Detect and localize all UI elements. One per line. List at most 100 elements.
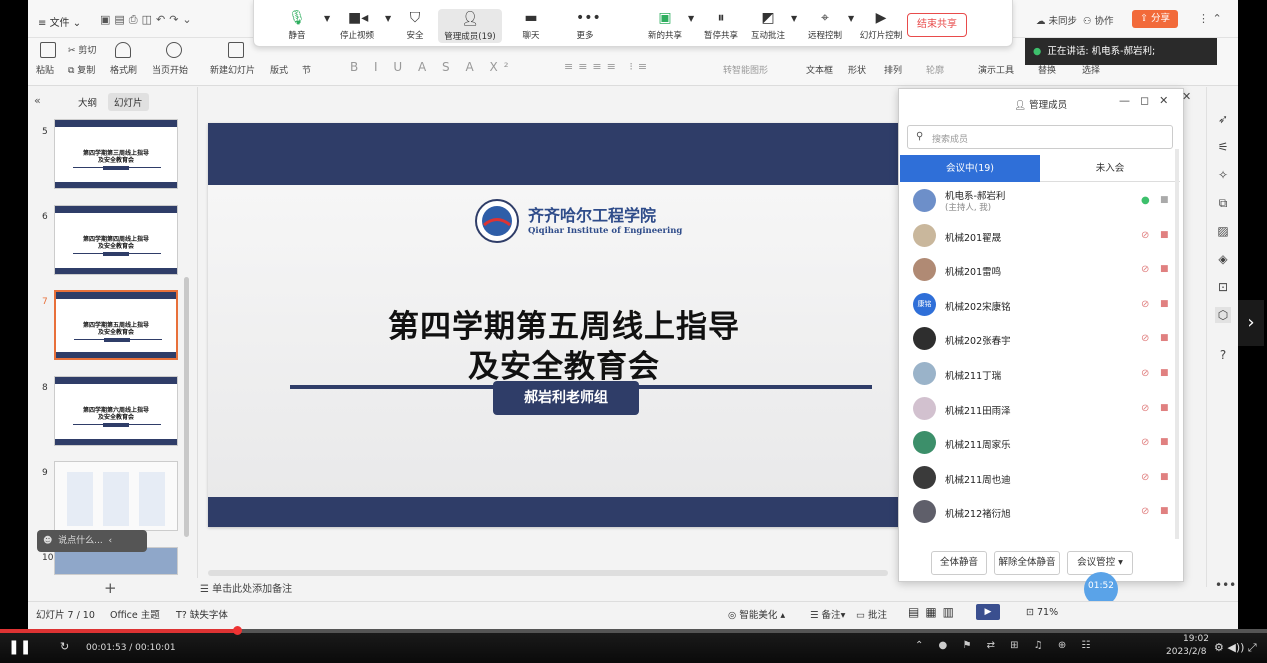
image-icon[interactable]: ▨ [1215, 223, 1231, 239]
missing-font-button[interactable]: T? 缺失字体 [176, 607, 228, 621]
main-slide[interactable]: 齐齐哈尔工程学院 Qiqihar Institute of Engineerin… [208, 123, 920, 527]
camera-icon[interactable]: ■ [1160, 437, 1169, 447]
shape-button[interactable]: 形状 [848, 63, 866, 76]
new-slide-icon[interactable] [228, 42, 244, 58]
member-row[interactable]: 机械211周家乐 ⊘ ■ [899, 426, 1183, 460]
collab-button[interactable]: ⚇ 协作 [1083, 13, 1114, 27]
slideshow-control-button[interactable]: ▶ 幻灯片控制 [852, 8, 910, 46]
share-button[interactable]: ⇪ 分享 [1132, 10, 1178, 28]
rocket-icon[interactable]: ➶ [1215, 111, 1231, 127]
collapse-panel-icon[interactable]: « [34, 94, 41, 107]
slide-thumbnail-5[interactable]: 第四学期第三周线上指导 及安全教育会 [54, 119, 178, 189]
mic-muted-icon[interactable]: ⊘ [1141, 403, 1149, 414]
close-panel-icon[interactable]: ✕ [1182, 90, 1191, 103]
layout-button[interactable]: 版式 [270, 63, 288, 76]
camera-icon[interactable]: ■ [1160, 230, 1169, 240]
member-row[interactable]: 机械201翟晟 ⊘ ■ [899, 219, 1183, 253]
panel-scrollbar[interactable] [184, 277, 189, 537]
annotate-button[interactable]: ◩ 互动批注 [739, 8, 797, 46]
cube-icon[interactable]: ⬡ [1215, 307, 1231, 323]
member-row[interactable]: 机械212褚衍旭 ⊘ ■ [899, 495, 1183, 529]
slide-thumbnail-9[interactable] [54, 461, 178, 531]
copy-icon[interactable]: ⧉ [1215, 195, 1231, 211]
from-current-button[interactable]: 当页开始 [152, 63, 188, 76]
smart-shape-button[interactable]: 转智能图形 [723, 63, 768, 76]
compass-icon[interactable]: ◈ [1215, 251, 1231, 267]
mic-muted-icon[interactable]: ⊘ [1141, 230, 1149, 241]
mic-muted-icon[interactable]: ⊘ [1141, 333, 1149, 344]
zoom-control[interactable]: ⊡ 71% [1026, 607, 1058, 618]
comment-bubble[interactable]: ☻ 说点什么... ‹ [37, 530, 147, 552]
section-button[interactable]: 节 [302, 63, 311, 76]
textbox-button[interactable]: 文本框 [806, 63, 833, 76]
format-painter-icon[interactable] [115, 42, 131, 58]
mic-muted-icon[interactable]: ⊘ [1141, 472, 1149, 483]
view-mode-icons[interactable]: ▤▦▥ [908, 605, 960, 619]
tab-not-joined[interactable]: 未入会 [1040, 155, 1180, 182]
format-painter-button[interactable]: 格式刷 [110, 63, 137, 76]
more-icon[interactable]: ⋮ ⌃ [1198, 12, 1222, 25]
slide-thumbnail-7[interactable]: 第四学期第五周线上指导 及安全教育会 [54, 290, 178, 360]
member-row[interactable]: 机械211田雨泽 ⊘ ■ [899, 392, 1183, 426]
slide-thumbnail-6[interactable]: 第四学期第四周线上指导 及安全教育会 [54, 205, 178, 275]
member-row[interactable]: 机械202张春宇 ⊘ ■ [899, 322, 1183, 356]
smart-beauty-button[interactable]: ◎ 智能美化 ▴ [728, 607, 785, 621]
member-row[interactable]: 康铭 机械202宋康铭 ⊘ ■ [899, 288, 1183, 322]
play-slideshow-button[interactable]: ▶ [976, 604, 1000, 620]
remote-control-button[interactable]: ⌖ 远程控制 [796, 8, 854, 46]
comments-toggle-button[interactable]: ▭ 批注 [856, 607, 887, 621]
mic-muted-icon[interactable]: ⊘ [1141, 299, 1149, 310]
mic-muted-icon[interactable]: ⊘ [1141, 264, 1149, 275]
book-icon[interactable]: ⊡ [1215, 279, 1231, 295]
window-controls[interactable]: —◻✕ [1119, 94, 1178, 107]
unsynced-status[interactable]: ☁ 未同步 [1036, 13, 1077, 27]
chat-button[interactable]: ▬ 聊天 [502, 8, 560, 46]
stop-video-button[interactable]: ■◂ 停止视频 [328, 8, 386, 46]
paragraph-icons[interactable]: ≡≡≡≡ ⁝≡ [564, 60, 652, 73]
mute-button[interactable]: 🎙︎ 静音 [268, 8, 326, 46]
replay-icon[interactable]: ↻ [60, 640, 69, 653]
tray-icons[interactable]: ⌃ ● ⚑ ⇄ ⊞ ♫ ⊕ ☷ [915, 640, 1096, 651]
tab-slides[interactable]: 幻灯片 [108, 93, 149, 111]
search-members-input[interactable]: ⚲ 搜索成员 [907, 125, 1173, 149]
player-settings-icon[interactable]: ⚙ ◀)) ⤢ [1214, 641, 1257, 655]
slide-thumbnail-8[interactable]: 第四学期第六周线上指导 及安全教育会 [54, 376, 178, 446]
arrange-button[interactable]: 排列 [884, 63, 902, 76]
presenter-tools-button[interactable]: 演示工具 [978, 63, 1014, 76]
more-button[interactable]: ••• 更多 [556, 8, 614, 46]
pause-icon[interactable]: ❚❚ [8, 639, 31, 655]
add-slide-button[interactable]: + [104, 579, 117, 597]
camera-icon[interactable]: ■ [1160, 368, 1169, 378]
play-from-current-icon[interactable] [166, 42, 182, 58]
quick-access-icons[interactable]: ▣▤⎙◫↶↷⌄ [100, 13, 196, 27]
new-slide-button[interactable]: 新建幻灯片 [210, 63, 255, 76]
settings-sliders-icon[interactable]: ⚟ [1215, 139, 1231, 155]
camera-icon[interactable]: ■ [1160, 472, 1169, 482]
next-arrow-icon[interactable]: › [1238, 300, 1264, 346]
security-button[interactable]: ⛉ 安全 [386, 8, 444, 46]
mic-muted-icon[interactable]: ⊘ [1141, 437, 1149, 448]
paste-button[interactable]: 粘贴 [36, 63, 54, 76]
cut-button[interactable]: ✂ 剪切 [68, 43, 96, 56]
notes-area[interactable]: ☰ 单击此处添加备注 [200, 580, 890, 600]
more-dots-icon[interactable]: ••• [1215, 577, 1236, 593]
camera-icon[interactable]: ■ [1160, 506, 1169, 516]
member-row[interactable]: 机械211周也迪 ⊘ ■ [899, 461, 1183, 495]
tab-in-meeting[interactable]: 会议中(19) [900, 155, 1040, 182]
copy-button[interactable]: ⧉ 复制 [68, 63, 95, 76]
mic-muted-icon[interactable]: ⊘ [1141, 368, 1149, 379]
mic-on-icon[interactable]: ● [1141, 195, 1150, 206]
camera-icon[interactable]: ■ [1160, 403, 1169, 413]
font-format-icons[interactable]: B I U A S A X² [350, 60, 515, 74]
tab-outline[interactable]: 大纲 [72, 93, 103, 111]
new-share-button[interactable]: ▣ 新的共享 [636, 8, 694, 46]
camera-icon[interactable]: ■ [1160, 195, 1169, 205]
help-icon[interactable]: ? [1215, 347, 1231, 363]
camera-icon[interactable]: ■ [1160, 299, 1169, 309]
outline-button[interactable]: 轮廓 [926, 63, 944, 76]
paste-icon[interactable] [40, 42, 56, 58]
camera-icon[interactable]: ■ [1160, 333, 1169, 343]
unmute-all-button[interactable]: 解除全体静音 [994, 551, 1060, 575]
member-row[interactable]: 机械211丁瑞 ⊘ ■ [899, 357, 1183, 391]
pin-icon[interactable]: ✧ [1215, 167, 1231, 183]
